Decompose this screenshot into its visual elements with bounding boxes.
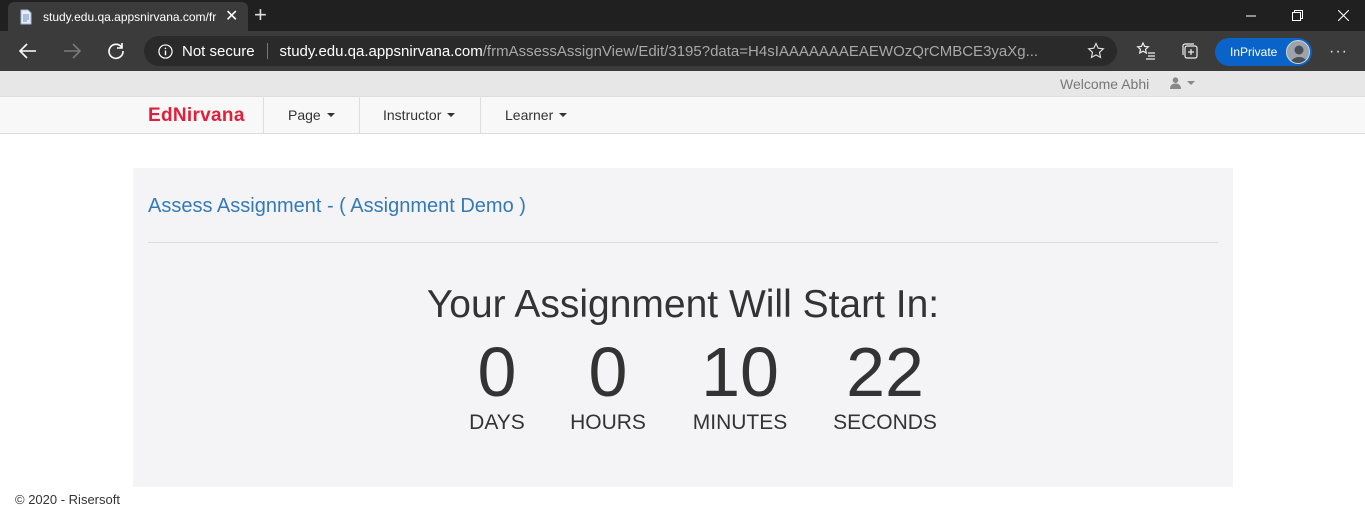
address-divider [266,43,268,59]
countdown-heading: Your Assignment Will Start In: [426,283,940,326]
nav-learner-label: Learner [505,107,554,123]
main-navbar: EdNirvana Page Instructor Learner [0,96,1365,134]
nav-divider [263,97,264,133]
browser-tab[interactable]: study.edu.qa.appsnirvana.com/fr ✕ [8,2,248,31]
address-bar[interactable]: Not secure study.edu.qa.appsnirvana.com/… [144,36,1117,66]
collections-icon[interactable] [1180,41,1200,61]
brand-logo[interactable]: EdNirvana [148,105,245,127]
person-icon [1290,45,1308,63]
inprivate-label: InPrivate [1230,45,1278,59]
tab-title: study.edu.qa.appsnirvana.com/fr [43,9,217,24]
restore-icon[interactable] [1274,0,1320,31]
page-title: Assess Assignment - ( Assignment Demo ) [148,195,526,217]
countdown-minutes: 10 MINUTES [680,336,800,435]
back-icon[interactable] [14,37,42,65]
countdown-label: DAYS [469,411,525,434]
nav-learner-dropdown[interactable]: Learner [505,107,568,123]
profile-avatar [1286,40,1310,64]
welcome-text: Welcome Abhi [1060,76,1150,92]
countdown-seconds: 22 SECONDS [825,336,945,435]
nav-page-label: Page [288,107,321,123]
url-path: /frmAssessAssignView/Edit/3195?data=H4sI… [482,42,1039,60]
close-tab-icon[interactable]: ✕ [225,8,238,25]
browser-toolbar: Not secure study.edu.qa.appsnirvana.com/… [0,31,1365,71]
page-icon [20,9,32,24]
countdown-value: 22 [846,333,924,411]
forward-icon[interactable] [58,37,86,65]
url-host: study.edu.qa.appsnirvana.com [279,42,483,60]
favorites-icon[interactable] [1136,41,1156,61]
new-tab-icon[interactable]: + [254,4,267,26]
refresh-icon[interactable] [102,37,130,65]
countdown-label: MINUTES [692,411,788,434]
user-strip: Welcome Abhi [0,71,1365,96]
nav-page-dropdown[interactable]: Page [288,107,335,123]
chevron-down-icon [447,113,456,117]
nav-instructor-dropdown[interactable]: Instructor [383,107,456,123]
footer-copyright: © 2020 - Risersoft [15,492,120,507]
countdown-label: HOURS [570,411,646,434]
chevron-down-icon [1187,81,1195,85]
minimize-icon[interactable] [1228,0,1274,31]
nav-divider [480,97,481,133]
chevron-down-icon [326,113,335,117]
user-menu[interactable] [1170,77,1195,89]
countdown-label: SECONDS [833,411,937,434]
more-options-icon[interactable]: ··· [1329,43,1348,61]
url-text[interactable]: study.edu.qa.appsnirvana.com/frmAssessAs… [280,43,1070,60]
security-label: Not secure [182,42,255,60]
favorite-star-icon[interactable] [1087,42,1105,60]
close-window-icon[interactable] [1320,0,1365,31]
browser-tab-strip: study.edu.qa.appsnirvana.com/fr ✕ + [0,0,1365,31]
countdown-days: 0 DAYS [437,336,557,435]
nav-instructor-label: Instructor [383,107,442,123]
chevron-down-icon [559,113,568,117]
countdown-value: 0 [588,333,628,411]
inprivate-button[interactable]: InPrivate [1215,38,1312,66]
assignment-panel: Assess Assignment - ( Assignment Demo ) … [133,168,1233,487]
countdown-value: 0 [477,333,517,411]
nav-divider [359,97,360,133]
countdown-value: 10 [701,333,779,411]
info-icon[interactable] [158,43,173,59]
countdown-hours: 0 HOURS [548,336,668,435]
title-divider [148,242,1218,243]
user-icon [1170,77,1181,89]
